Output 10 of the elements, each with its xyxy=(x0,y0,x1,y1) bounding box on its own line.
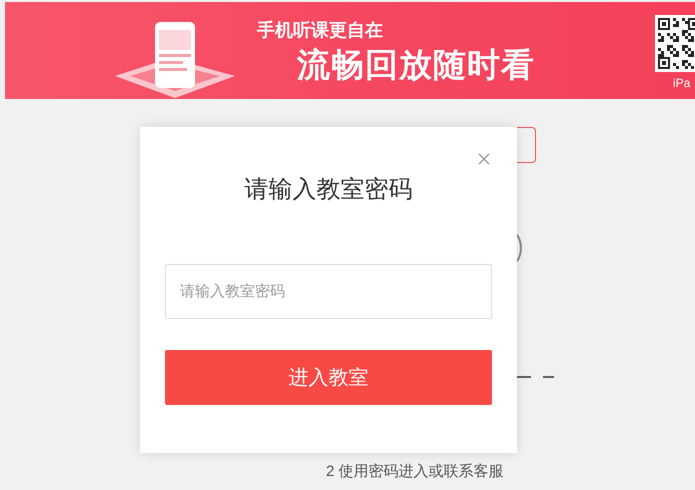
dialog-title: 请输入教室密码 xyxy=(244,175,412,205)
password-field[interactable]: 请输入教室密码 xyxy=(165,264,492,319)
help-text: 2 使用密码进入或联系客服 xyxy=(326,462,504,482)
banner-slogan: 流畅回放随时看 xyxy=(297,48,535,81)
banner-headline: 手机听课更自在 xyxy=(257,21,383,39)
close-icon[interactable] xyxy=(478,153,490,165)
promo-banner[interactable]: 手机听课更自在 流畅回放随时看 iPa xyxy=(5,2,695,99)
qr-caption: iPa xyxy=(673,77,690,89)
qr-code-icon xyxy=(655,15,695,72)
enter-classroom-button[interactable]: 进入教室 xyxy=(165,350,492,405)
